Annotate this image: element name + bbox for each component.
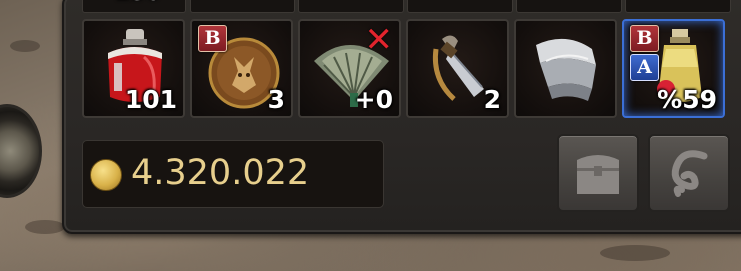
slot-partial[interactable]: [516, 0, 622, 13]
unusable-x-icon: ✕: [364, 20, 394, 60]
slot-partial[interactable]: [625, 0, 731, 13]
ground-texture: [25, 220, 65, 234]
ground-texture: [600, 245, 670, 261]
badge-a-icon: A: [630, 54, 659, 81]
inventory-slot-4[interactable]: 2: [406, 19, 509, 118]
inventory-slot-3[interactable]: ✕ +0: [298, 19, 401, 118]
slot-quantity: +0: [354, 85, 393, 114]
gold-amount: 4.320.022: [131, 153, 310, 193]
storage-chest-icon: [577, 155, 619, 194]
badge-b-icon: B: [198, 25, 227, 52]
swirl-icon: [671, 150, 708, 197]
slot-partial[interactable]: 230: [82, 0, 186, 13]
inventory-slot-1[interactable]: 101: [82, 19, 185, 118]
swirl-button[interactable]: [648, 134, 730, 212]
slot-quantity: 101: [124, 85, 177, 114]
storage-button[interactable]: [557, 134, 639, 212]
inventory-slot-6[interactable]: B A %59: [622, 19, 725, 118]
gold-coin-icon: [90, 159, 122, 191]
badge-b-icon: B: [630, 25, 659, 52]
slot-quantity: %59: [657, 85, 717, 114]
gold-display: 4.320.022: [82, 140, 384, 208]
inventory-slot-2[interactable]: B 3: [190, 19, 293, 118]
top-row-partial: 230: [80, 0, 731, 13]
inventory-slot-5[interactable]: [514, 19, 617, 118]
slot-partial[interactable]: [190, 0, 295, 13]
ground-texture: [10, 40, 40, 52]
slot-partial[interactable]: [407, 0, 513, 13]
left-edge-ring: [0, 104, 42, 198]
slot-quantity: 2: [483, 85, 501, 114]
slot-partial-quantity: 230: [115, 0, 161, 6]
slot-partial[interactable]: [298, 0, 404, 13]
bracer-icon: [536, 38, 596, 101]
slot-quantity: 3: [267, 85, 285, 114]
